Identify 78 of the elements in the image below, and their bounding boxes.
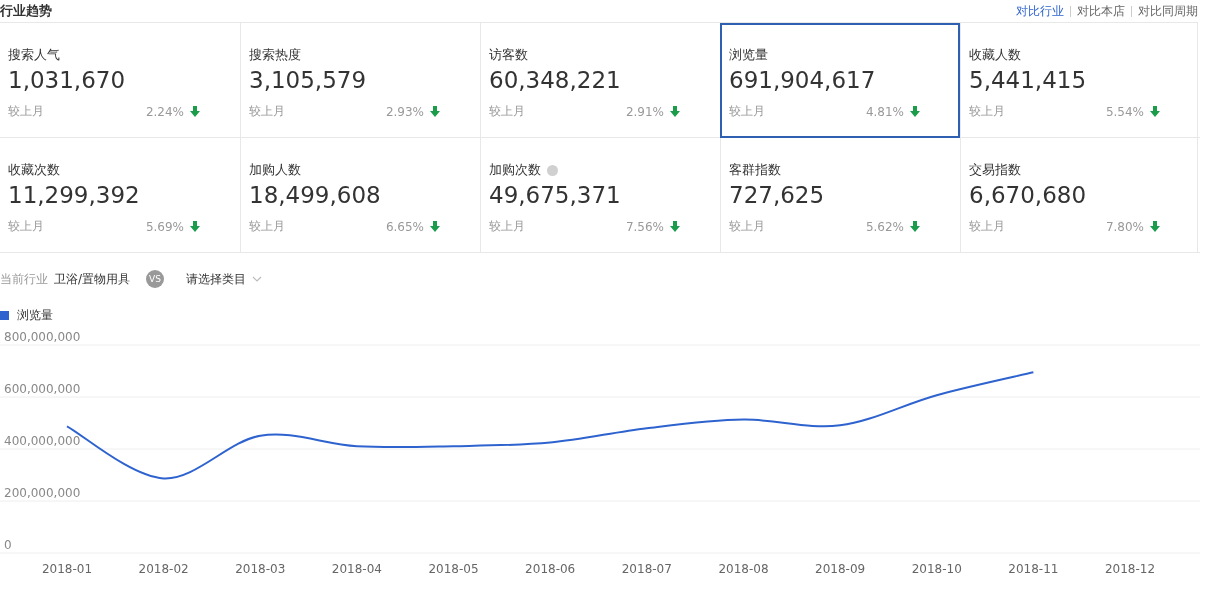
change-percent: 7.80% — [1105, 219, 1144, 234]
metric-label: 交易指数 — [969, 161, 1021, 179]
metric-label: 搜索人气 — [8, 46, 60, 64]
metric-card[interactable]: 加购人数 18,499,608 较上月 6.65% — [240, 138, 480, 253]
x-axis-label: 2018-09 — [815, 562, 866, 576]
x-axis-label: 2018-08 — [718, 562, 769, 576]
y-axis-label: 400,000,000 — [4, 434, 81, 448]
metric-value: 3,105,579 — [249, 66, 368, 95]
compare-label: 较上月 — [729, 218, 765, 235]
metric-card[interactable]: 搜索热度 3,105,579 较上月 2.93% — [240, 23, 480, 138]
compare-label: 较上月 — [8, 218, 44, 235]
metric-card[interactable]: 交易指数 6,670,680 较上月 7.80% — [960, 138, 1200, 253]
compare-label: 较上月 — [489, 218, 525, 235]
industry-name: 卫浴/置物用具 — [54, 270, 131, 288]
x-axis-label: 2018-07 — [621, 562, 672, 576]
y-axis-label: 600,000,000 — [4, 382, 81, 396]
metric-value: 1,031,670 — [8, 66, 127, 95]
metric-value: 11,299,392 — [8, 181, 141, 210]
metric-label: 浏览量 — [729, 46, 768, 64]
x-axis-label: 2018-10 — [911, 562, 962, 576]
change-percent: 5.54% — [1105, 104, 1144, 119]
x-axis-label: 2018-06 — [525, 562, 576, 576]
compare-tab[interactable]: 对比同周期 — [1138, 2, 1198, 20]
chevron-down-icon — [252, 276, 263, 282]
metric-value: 18,499,608 — [249, 181, 382, 210]
compare-tab[interactable]: 对比本店 — [1077, 2, 1125, 20]
metric-label: 加购次数 — [489, 161, 541, 179]
legend-label: 浏览量 — [17, 306, 53, 324]
change-percent: 2.93% — [385, 104, 424, 119]
metric-card[interactable]: 浏览量 691,904,617 较上月 4.81% — [720, 23, 960, 138]
compare-label: 较上月 — [969, 103, 1005, 120]
help-icon[interactable] — [547, 164, 558, 176]
metric-value: 5,441,415 — [969, 66, 1088, 95]
filter-label: 当前行业 — [0, 270, 48, 288]
change-percent: 5.69% — [145, 219, 184, 234]
vs-badge: VS — [146, 270, 165, 288]
metric-card[interactable]: 收藏人数 5,441,415 较上月 5.54% — [960, 23, 1200, 138]
compare-label: 较上月 — [249, 218, 285, 235]
compare-tab[interactable]: 对比行业 — [1016, 2, 1064, 20]
x-axis-label: 2018-12 — [1104, 562, 1156, 576]
metric-value: 691,904,617 — [729, 66, 877, 95]
y-axis-label: 200,000,000 — [4, 486, 81, 500]
y-axis-label: 800,000,000 — [4, 330, 81, 344]
metric-card[interactable]: 搜索人气 1,031,670 较上月 2.24% — [0, 23, 240, 138]
metric-label: 客群指数 — [729, 161, 781, 179]
x-axis-label: 2018-01 — [41, 562, 93, 576]
metric-label: 加购人数 — [249, 161, 301, 179]
metric-value: 49,675,371 — [489, 181, 622, 210]
y-axis-label: 0 — [4, 538, 12, 552]
metric-card[interactable]: 客群指数 727,625 较上月 5.62% — [720, 138, 960, 253]
compare-label: 较上月 — [969, 218, 1005, 235]
compare-label: 较上月 — [249, 103, 285, 120]
change-percent: 7.56% — [625, 219, 664, 234]
compare-label: 较上月 — [489, 103, 525, 120]
section-title: 行业趋势 — [0, 2, 52, 20]
metric-label: 搜索热度 — [249, 46, 301, 64]
metric-value: 60,348,221 — [489, 66, 622, 95]
change-percent: 6.65% — [385, 219, 424, 234]
metric-label: 收藏人数 — [969, 46, 1021, 64]
compare-label: 较上月 — [8, 103, 44, 120]
metric-value: 6,670,680 — [969, 181, 1088, 210]
x-axis-label: 2018-03 — [235, 562, 286, 576]
x-axis-label: 2018-11 — [1008, 562, 1059, 576]
compare-label: 较上月 — [729, 103, 765, 120]
x-axis-label: 2018-04 — [331, 562, 382, 576]
x-axis-label: 2018-05 — [428, 562, 479, 576]
metric-card[interactable]: 访客数 60,348,221 较上月 2.91% — [480, 23, 720, 138]
metric-label: 访客数 — [489, 46, 528, 64]
change-percent: 2.24% — [145, 104, 184, 119]
metric-value: 727,625 — [729, 181, 826, 210]
change-percent: 4.81% — [865, 104, 904, 119]
metric-card[interactable]: 加购次数 49,675,371 较上月 7.56% — [480, 138, 720, 253]
metric-label: 收藏次数 — [8, 161, 60, 179]
change-percent: 2.91% — [625, 104, 664, 119]
x-axis-label: 2018-02 — [138, 562, 189, 576]
change-percent: 5.62% — [865, 219, 904, 234]
metric-card[interactable]: 收藏次数 11,299,392 较上月 5.69% — [0, 138, 240, 253]
category-select[interactable]: 请选择类目 — [186, 270, 263, 288]
